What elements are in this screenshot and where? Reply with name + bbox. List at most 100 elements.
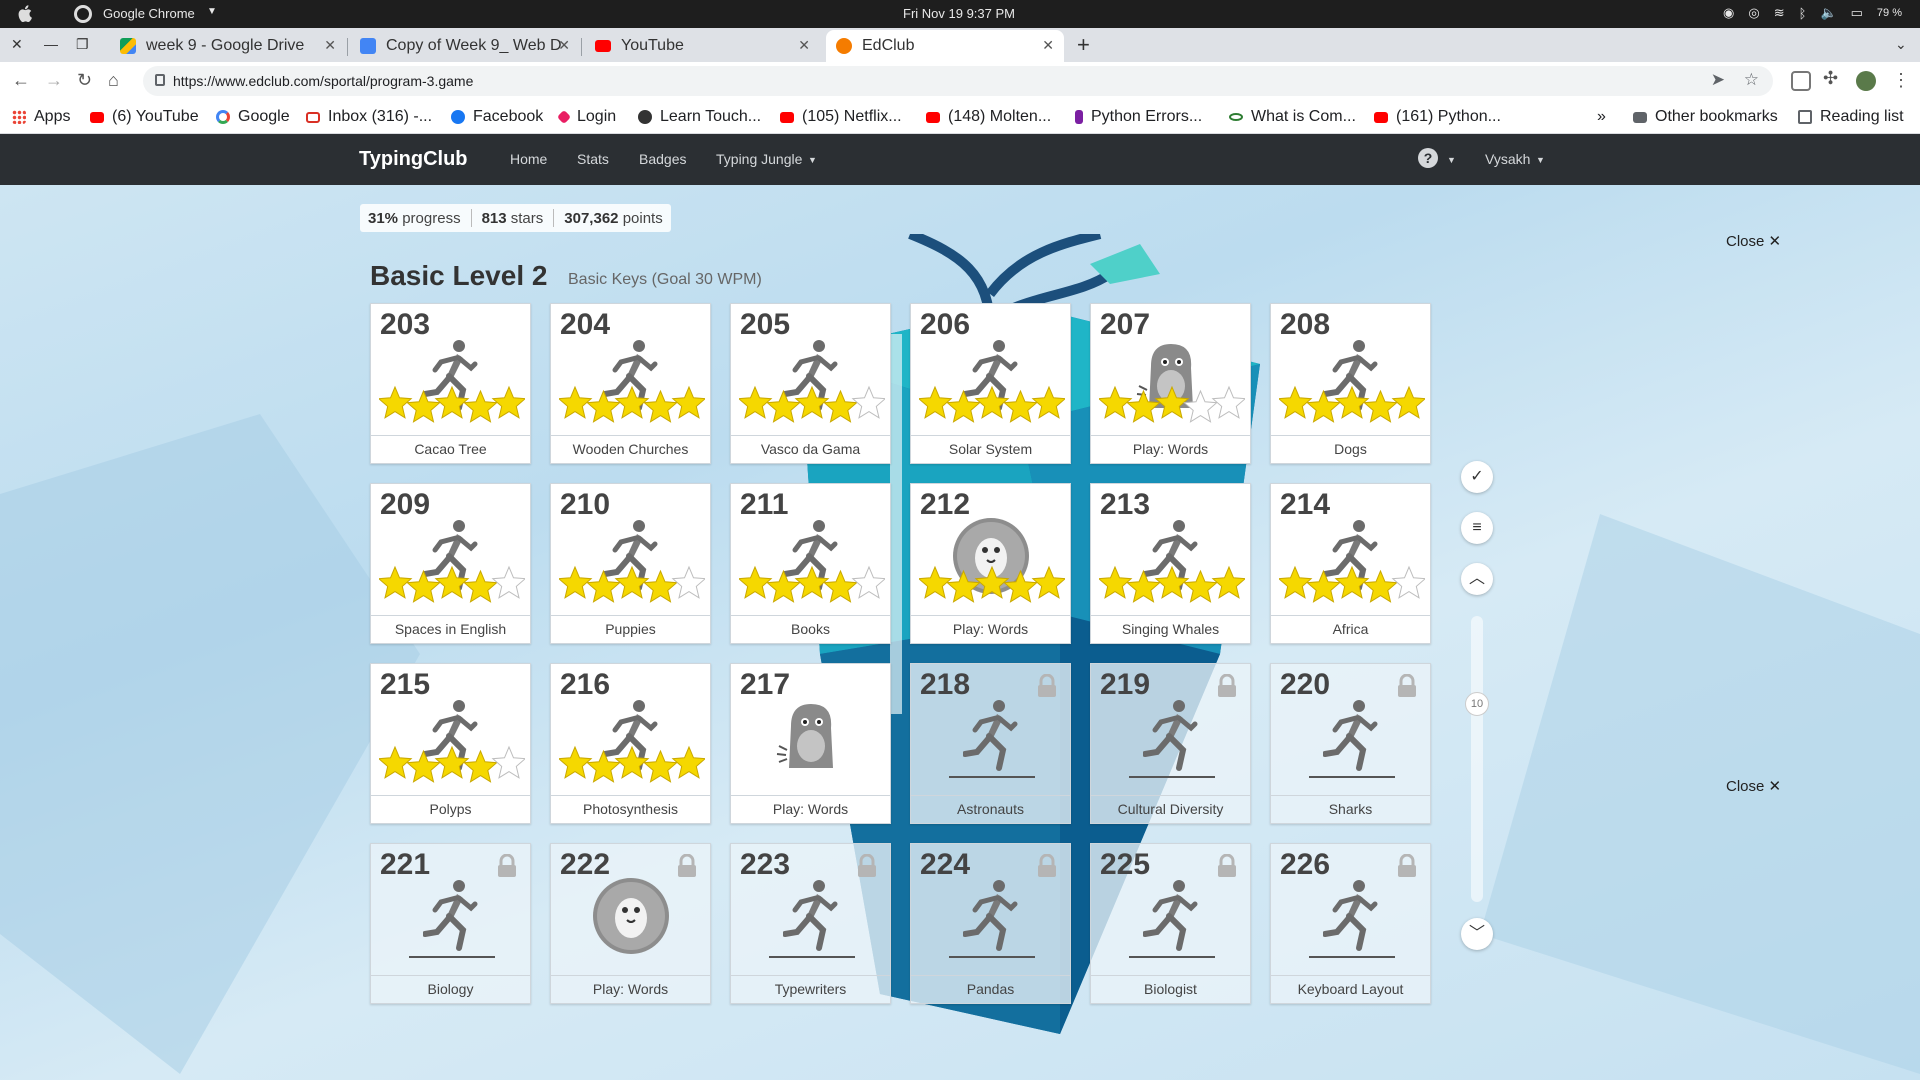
- menu-dots-icon[interactable]: ⋮: [1892, 70, 1910, 91]
- bookmark-youtube[interactable]: (6) YouTube: [90, 108, 199, 126]
- scroll-down-button[interactable]: ﹀: [1461, 918, 1493, 950]
- window-minimize-icon[interactable]: —: [44, 36, 58, 52]
- avatar[interactable]: [1856, 71, 1876, 91]
- forward-icon[interactable]: →: [45, 70, 63, 91]
- home-icon[interactable]: ⌂: [108, 70, 119, 91]
- window-close-icon[interactable]: ✕: [11, 36, 23, 53]
- lesson-card-213[interactable]: 213 Singing Whales: [1090, 483, 1251, 644]
- scroll-up-button[interactable]: ︿: [1461, 563, 1493, 595]
- puzzle-icon[interactable]: ✣: [1823, 68, 1838, 89]
- bookmark-apps[interactable]: Apps: [12, 108, 70, 126]
- lesson-card-214[interactable]: 214 Africa: [1270, 483, 1431, 644]
- nav-home[interactable]: Home: [510, 151, 547, 167]
- bookmark-login[interactable]: Login: [556, 108, 616, 126]
- bookmark-learn-touch[interactable]: Learn Touch...: [638, 108, 761, 126]
- check-circle-icon[interactable]: ✓: [1461, 461, 1493, 493]
- close-tab-icon[interactable]: ✕: [798, 37, 810, 54]
- scroll-track[interactable]: [1471, 616, 1483, 902]
- screen-record-icon[interactable]: ◉: [1723, 5, 1734, 21]
- nav-badges[interactable]: Badges: [639, 151, 686, 167]
- bookmark-facebook[interactable]: Facebook: [451, 108, 543, 126]
- chevron-down-icon[interactable]: ▼: [1447, 155, 1456, 165]
- bookmark-python-errors[interactable]: Python Errors...: [1075, 108, 1202, 126]
- chevron-down-icon[interactable]: ▼: [207, 6, 217, 17]
- nav-stats[interactable]: Stats: [577, 151, 609, 167]
- send-icon[interactable]: ➤: [1711, 70, 1725, 90]
- wifi-icon[interactable]: ≋: [1774, 5, 1785, 21]
- bookmark-star-icon[interactable]: ☆: [1744, 70, 1759, 90]
- lesson-card-209[interactable]: 209 Spaces in English: [370, 483, 531, 644]
- lesson-card-211[interactable]: 211 Books: [730, 483, 891, 644]
- address-bar[interactable]: https://www.edclub.com/sportal/program-3…: [143, 66, 1773, 96]
- user-menu[interactable]: Vysakh: [1485, 151, 1530, 167]
- ground-line: [949, 956, 1035, 958]
- bookmark-python[interactable]: (161) Python...: [1374, 108, 1501, 126]
- bookmark-molten[interactable]: (148) Molten...: [926, 108, 1051, 126]
- apple-icon[interactable]: [18, 5, 32, 22]
- lesson-card-205[interactable]: 205 Vasco da Gama: [730, 303, 891, 464]
- bookmark-what-is-com[interactable]: What is Com...: [1229, 108, 1356, 126]
- brand-logo[interactable]: TypingClub: [359, 148, 468, 171]
- bookmark-label: Python Errors...: [1091, 108, 1203, 125]
- lesson-card-221[interactable]: 221 Biology: [370, 843, 531, 1004]
- tab-google-docs[interactable]: Copy of Week 9_ Web D ✕: [350, 30, 580, 62]
- lesson-card-217[interactable]: 217 Play: Words: [730, 663, 891, 824]
- lesson-card-203[interactable]: 203 Cacao Tree: [370, 303, 531, 464]
- app-name[interactable]: Google Chrome: [103, 6, 195, 21]
- extension-icon[interactable]: [1791, 71, 1811, 91]
- lock-icon[interactable]: [155, 74, 165, 86]
- url-text[interactable]: https://www.edclub.com/sportal/program-3…: [173, 73, 473, 89]
- reading-list[interactable]: Reading list: [1798, 108, 1904, 126]
- bookmark-netflix[interactable]: (105) Netflix...: [780, 108, 902, 126]
- lesson-card-218[interactable]: 218 Astronauts: [910, 663, 1071, 824]
- lesson-card-220[interactable]: 220 Sharks: [1270, 663, 1431, 824]
- lesson-card-210[interactable]: 210 Puppies: [550, 483, 711, 644]
- help-icon[interactable]: ?: [1418, 148, 1438, 168]
- other-bookmarks[interactable]: Other bookmarks: [1633, 108, 1778, 126]
- lesson-card-215[interactable]: 215 Polyps: [370, 663, 531, 824]
- tab-google-drive[interactable]: week 9 - Google Drive ✕: [110, 30, 346, 62]
- lesson-card-223[interactable]: 223 Typewriters: [730, 843, 891, 1004]
- lesson-card-224[interactable]: 224 Pandas: [910, 843, 1071, 1004]
- list-menu-icon[interactable]: ≡: [1461, 512, 1493, 544]
- volume-icon[interactable]: 🔈: [1820, 5, 1836, 21]
- chrome-tray-icon[interactable]: ◎: [1748, 5, 1759, 21]
- new-tab-button[interactable]: +: [1077, 32, 1090, 58]
- lesson-card-216[interactable]: 216 Photosynthesis: [550, 663, 711, 824]
- battery-icon[interactable]: ▭: [1851, 5, 1863, 21]
- lesson-card-207[interactable]: 207 Play: Words: [1090, 303, 1251, 464]
- bookmarks-overflow-button[interactable]: »: [1597, 108, 1606, 126]
- reload-icon[interactable]: ↻: [77, 70, 92, 91]
- window-restore-icon[interactable]: ❐: [76, 36, 89, 53]
- lesson-card-226[interactable]: 226 Keyboard Layout: [1270, 843, 1431, 1004]
- youtube-icon: [926, 111, 940, 123]
- lesson-card-225[interactable]: 225 Biologist: [1090, 843, 1251, 1004]
- youtube-icon: [780, 111, 794, 123]
- close-tab-icon[interactable]: ✕: [324, 37, 336, 54]
- lesson-card-222[interactable]: 222 Play: Words: [550, 843, 711, 1004]
- close-tab-icon[interactable]: ✕: [1042, 37, 1054, 54]
- close-button[interactable]: Close ✕: [1726, 232, 1781, 250]
- tab-divider: [581, 38, 582, 56]
- nav-typing-jungle[interactable]: Typing Jungle: [716, 151, 802, 167]
- lesson-card-219[interactable]: 219 Cultural Diversity: [1090, 663, 1251, 824]
- bookmark-gmail[interactable]: Inbox (316) -...: [306, 108, 432, 126]
- chevron-down-icon[interactable]: ▼: [1536, 155, 1545, 165]
- lesson-card-212[interactable]: 212 Play: Words: [910, 483, 1071, 644]
- lesson-card-206[interactable]: 206 Solar System: [910, 303, 1071, 464]
- tab-youtube[interactable]: YouTube ✕: [585, 30, 820, 62]
- back-icon[interactable]: ←: [12, 70, 30, 91]
- close-button[interactable]: Close ✕: [1726, 777, 1781, 795]
- clock[interactable]: Fri Nov 19 9:37 PM: [903, 6, 1015, 21]
- tab-search-icon[interactable]: ⌄: [1895, 36, 1907, 53]
- lesson-number: 223: [740, 848, 791, 881]
- star-filled-icon: [586, 389, 621, 423]
- bookmark-google[interactable]: Google: [216, 108, 290, 126]
- bluetooth-icon[interactable]: ᛒ: [1799, 6, 1807, 21]
- close-tab-icon[interactable]: ✕: [558, 37, 570, 54]
- lesson-card-204[interactable]: 204 Wooden Churches: [550, 303, 711, 464]
- scroll-position-indicator[interactable]: 10: [1465, 692, 1489, 716]
- chevron-down-icon[interactable]: ▼: [808, 155, 817, 165]
- tab-edclub[interactable]: EdClub ✕: [826, 30, 1064, 62]
- lesson-card-208[interactable]: 208 Dogs: [1270, 303, 1431, 464]
